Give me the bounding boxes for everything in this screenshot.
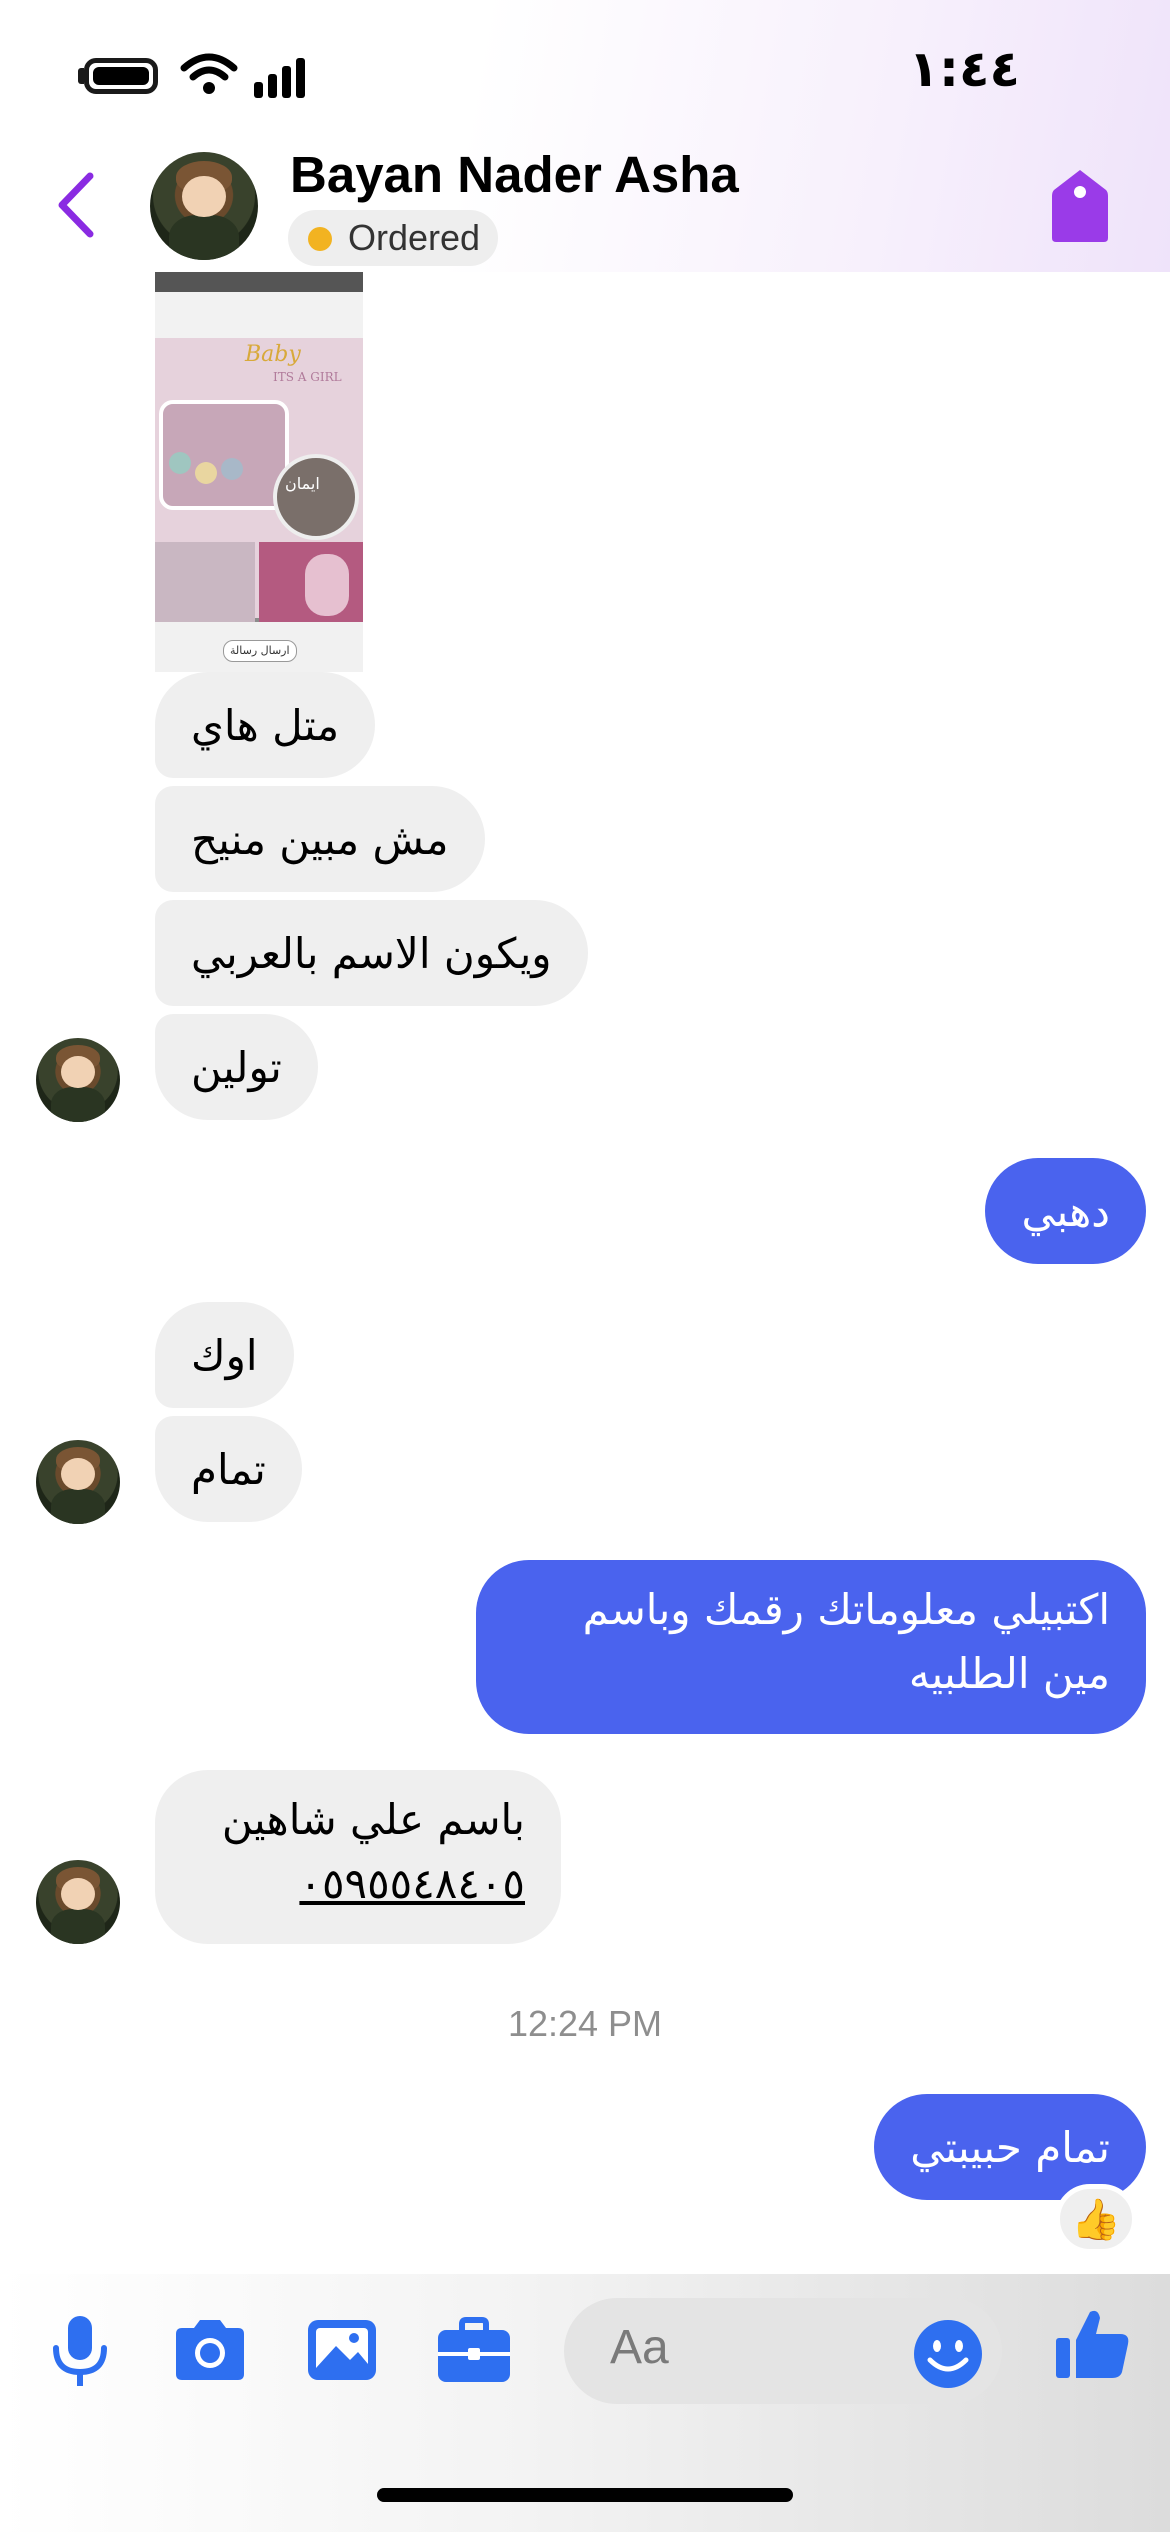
contact-name[interactable]: Bayan Nader Asha (290, 145, 739, 204)
wifi-icon (180, 53, 238, 94)
label-tag-icon[interactable] (1050, 168, 1110, 244)
message-bubble-incoming[interactable]: مش مبين منيح (155, 786, 485, 892)
briefcase-icon[interactable] (434, 2310, 514, 2390)
message-bubble-outgoing[interactable]: دهبي (985, 1158, 1146, 1264)
gallery-icon[interactable] (302, 2310, 382, 2390)
message-bubble-outgoing[interactable]: اكتبيلي معلوماتك رقمك وباسم مين الطلبيه (476, 1560, 1146, 1734)
back-button[interactable] (52, 170, 100, 240)
attachment-text-send: ارسال رسالة (223, 640, 297, 662)
status-time: ١:٤٤ (908, 40, 1020, 98)
microphone-icon[interactable] (40, 2310, 120, 2390)
thumbs-up-icon[interactable] (1052, 2304, 1132, 2384)
emoji-icon[interactable] (908, 2314, 988, 2394)
attachment-text-name: ايمان (285, 474, 320, 493)
contact-avatar[interactable] (150, 152, 258, 260)
message-line: اكتبيلي معلوماتك رقمك وباسم (582, 1585, 1110, 1634)
message-bubble-incoming[interactable]: اوك (155, 1302, 294, 1408)
message-bubble-incoming[interactable]: ويكون الاسم بالعربي (155, 900, 588, 1006)
message-bubble-incoming[interactable]: تمام (155, 1416, 302, 1522)
shared-image-attachment[interactable]: Baby ITS A GIRL ايمان ارسال رسالة (155, 272, 363, 672)
battery-icon (84, 58, 158, 94)
message-bubble-incoming[interactable]: باسم علي شاهين ٠٥٩٥٥٤٨٤٠٥ (155, 1770, 561, 1944)
sender-avatar[interactable] (36, 1038, 120, 1122)
camera-icon[interactable] (170, 2310, 250, 2390)
message-timestamp: 12:24 PM (507, 2003, 663, 2044)
cellular-signal-icon (254, 58, 305, 98)
message-bubble-incoming[interactable]: تولين (155, 1014, 318, 1120)
message-line: باسم علي شاهين (221, 1795, 525, 1844)
status-dot (308, 227, 332, 251)
home-indicator[interactable] (377, 2488, 793, 2502)
order-status-label: Ordered (348, 217, 481, 258)
order-status-badge[interactable]: Ordered (288, 210, 499, 266)
message-bubble-incoming[interactable]: متل هاي (155, 672, 376, 778)
phone-number-link[interactable]: ٠٥٩٥٥٤٨٤٠٥ (191, 1852, 525, 1916)
sender-avatar[interactable] (36, 1860, 120, 1944)
message-line: مين الطلبيه (908, 1649, 1110, 1698)
attachment-text-baby: Baby (245, 342, 301, 367)
attachment-text-girl: ITS A GIRL (273, 370, 342, 384)
reaction-badge[interactable]: 👍 (1055, 2184, 1137, 2254)
message-input-placeholder: Aa (610, 2321, 669, 2374)
sender-avatar[interactable] (36, 1440, 120, 1524)
